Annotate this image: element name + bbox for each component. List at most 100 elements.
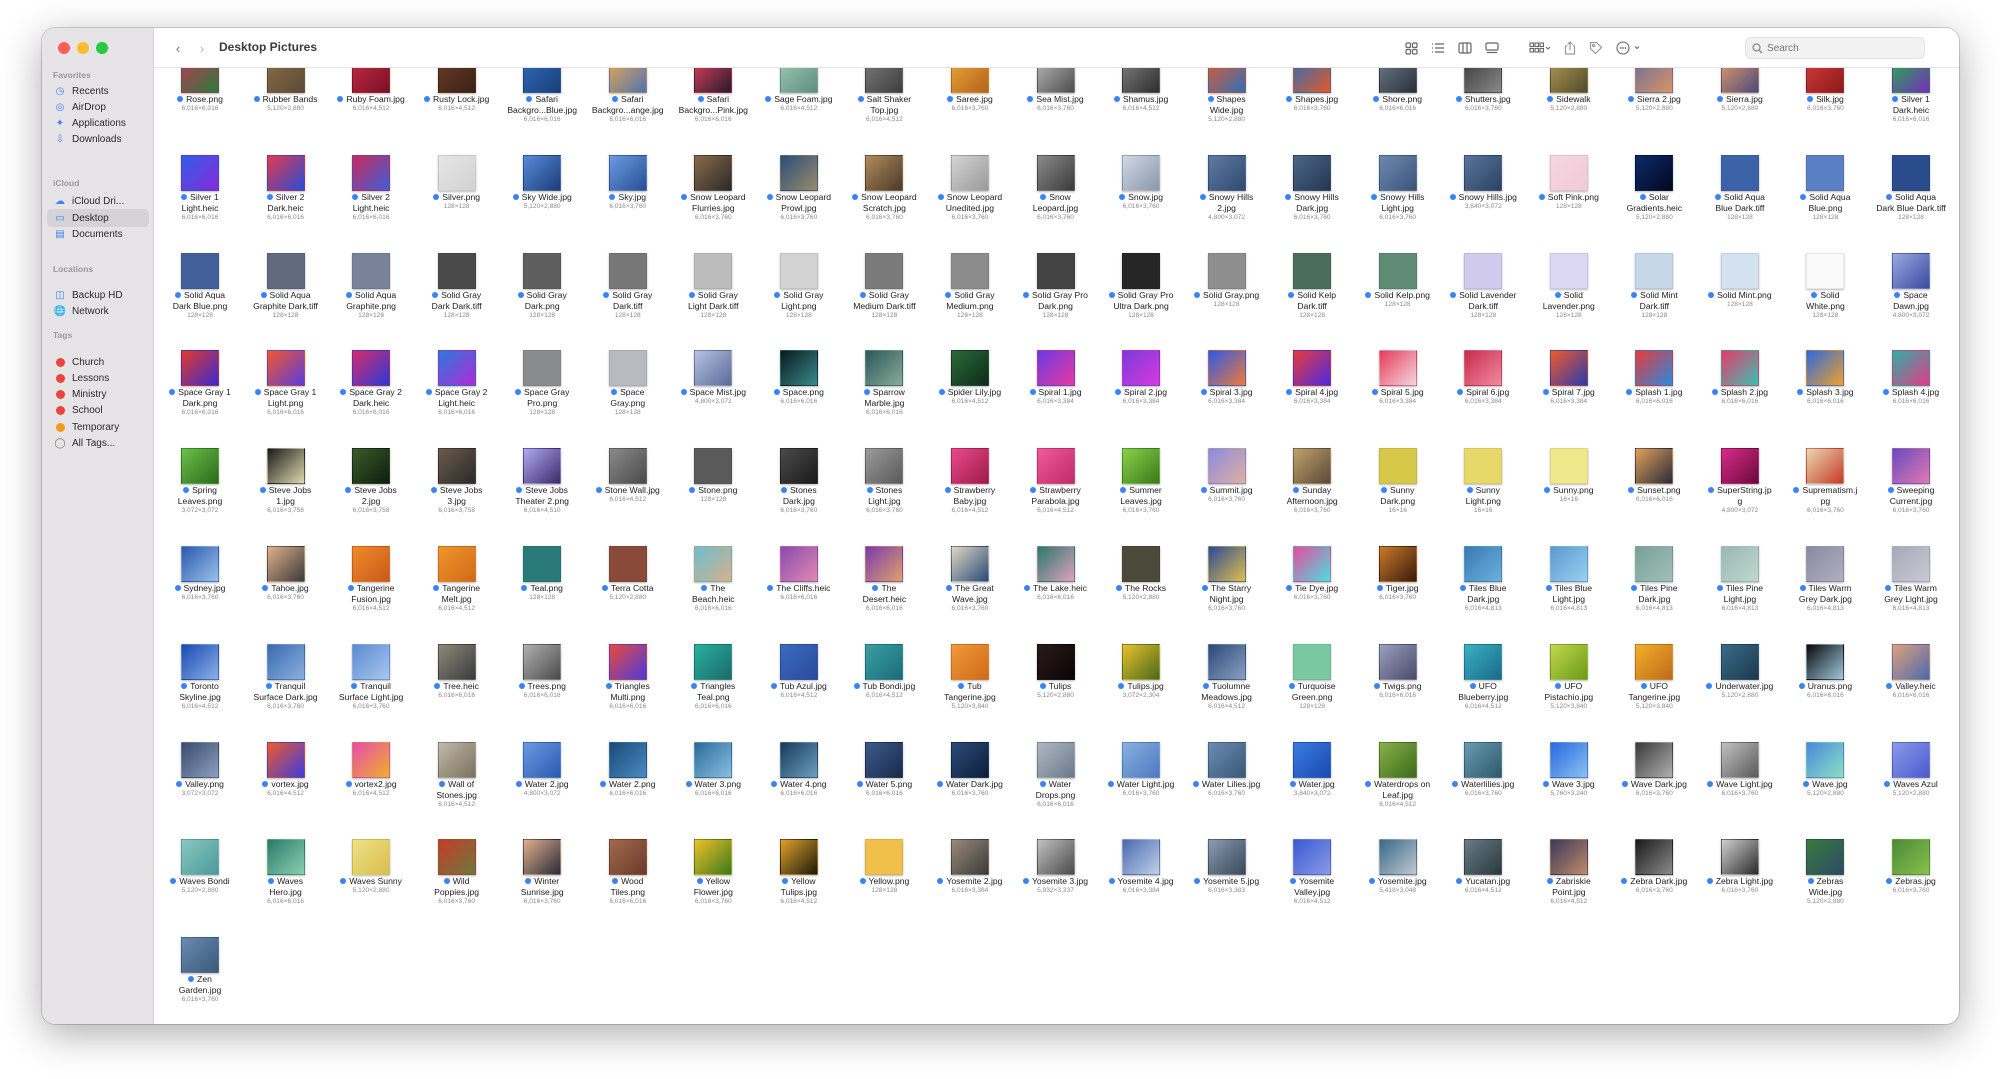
file-thumbnail[interactable] (779, 839, 818, 876)
file-thumbnail[interactable] (865, 643, 904, 680)
file-thumbnail[interactable] (1378, 643, 1417, 680)
file-thumbnail[interactable] (181, 154, 219, 191)
file-thumbnail[interactable] (1892, 448, 1930, 485)
file-thumbnail[interactable] (1207, 154, 1246, 191)
file-thumbnail[interactable] (1036, 252, 1075, 289)
file-thumbnail[interactable] (1293, 350, 1332, 387)
file-thumbnail[interactable] (1122, 839, 1161, 876)
file-thumbnail[interactable] (1293, 448, 1332, 485)
file-thumbnail[interactable] (1293, 154, 1332, 191)
file-thumbnail[interactable] (1378, 252, 1417, 289)
file-thumbnail[interactable] (694, 741, 733, 778)
file-thumbnail[interactable] (352, 741, 391, 778)
file-thumbnail[interactable] (1892, 741, 1930, 778)
file-thumbnail[interactable] (950, 154, 989, 191)
file-thumbnail[interactable] (1806, 839, 1845, 876)
sidebar-item-network[interactable]: 🌐 Network (54, 302, 150, 320)
file-thumbnail[interactable] (1378, 839, 1417, 876)
file-thumbnail[interactable] (608, 448, 647, 485)
file-thumbnail[interactable] (779, 741, 818, 778)
file-thumbnail[interactable] (1549, 741, 1588, 778)
file-thumbnail[interactable] (266, 68, 305, 93)
file-thumbnail[interactable] (1635, 68, 1674, 93)
file-thumbnail[interactable] (865, 68, 904, 93)
sidebar-item-school[interactable]: School (54, 401, 150, 419)
file-thumbnail[interactable] (1207, 252, 1246, 289)
file-thumbnail[interactable] (1293, 839, 1332, 876)
file-thumbnail[interactable] (694, 546, 733, 582)
file-thumbnail[interactable] (1036, 448, 1075, 485)
sidebar-item-documents[interactable]: ▤ Documents (54, 225, 150, 243)
file-thumbnail[interactable] (437, 252, 476, 289)
file-thumbnail[interactable] (1635, 741, 1674, 778)
file-thumbnail[interactable] (437, 546, 476, 582)
zoom-window-button[interactable] (96, 42, 108, 54)
file-thumbnail[interactable] (608, 252, 647, 289)
file-thumbnail[interactable] (1207, 643, 1246, 680)
file-thumbnail[interactable] (779, 68, 818, 93)
file-thumbnail[interactable] (1122, 448, 1161, 485)
file-thumbnail[interactable] (865, 350, 904, 387)
file-thumbnail[interactable] (1720, 68, 1759, 93)
file-thumbnail[interactable] (1293, 741, 1332, 778)
file-thumbnail[interactable] (1806, 546, 1845, 582)
file-thumbnail[interactable] (1635, 252, 1674, 289)
file-thumbnail[interactable] (1207, 350, 1246, 387)
file-thumbnail[interactable] (950, 839, 989, 876)
file-thumbnail[interactable] (865, 154, 904, 191)
file-thumbnail[interactable] (1635, 350, 1674, 387)
back-button[interactable]: ‹ (170, 38, 186, 58)
file-thumbnail[interactable] (779, 252, 818, 289)
file-thumbnail[interactable] (1378, 154, 1417, 191)
file-thumbnail[interactable] (1464, 68, 1503, 93)
file-thumbnail[interactable] (779, 154, 818, 191)
file-thumbnail[interactable] (865, 741, 904, 778)
tag-button[interactable] (1587, 38, 1605, 58)
file-thumbnail[interactable] (352, 350, 391, 387)
file-thumbnail[interactable] (266, 448, 305, 485)
file-thumbnail[interactable] (1720, 252, 1759, 289)
file-thumbnail[interactable] (1464, 448, 1503, 485)
file-thumbnail[interactable] (1293, 546, 1332, 582)
sidebar-item-all-tags[interactable]: ◯ All Tags... (54, 434, 150, 452)
file-thumbnail[interactable] (1036, 546, 1075, 582)
forward-button[interactable]: › (194, 38, 210, 58)
file-thumbnail[interactable] (694, 448, 733, 485)
file-thumbnail[interactable] (437, 350, 476, 387)
file-thumbnail[interactable] (1720, 350, 1759, 387)
file-thumbnail[interactable] (437, 68, 476, 93)
file-thumbnail[interactable] (1549, 252, 1588, 289)
file-thumbnail[interactable] (1378, 546, 1417, 582)
file-thumbnail[interactable] (1464, 154, 1503, 191)
file-thumbnail[interactable] (352, 643, 391, 680)
file-thumbnail[interactable] (608, 68, 647, 93)
file-thumbnail[interactable] (1378, 68, 1417, 93)
file-thumbnail[interactable] (1892, 154, 1930, 191)
file-thumbnail[interactable] (1549, 546, 1588, 582)
file-thumbnail[interactable] (181, 741, 219, 778)
file-thumbnail[interactable] (1207, 546, 1246, 582)
file-thumbnail[interactable] (1806, 68, 1845, 93)
file-thumbnail[interactable] (1892, 839, 1930, 876)
file-thumbnail[interactable] (1892, 252, 1930, 289)
file-thumbnail[interactable] (950, 741, 989, 778)
file-thumbnail[interactable] (1122, 546, 1161, 582)
file-thumbnail[interactable] (1635, 154, 1674, 191)
file-thumbnail[interactable] (1464, 839, 1503, 876)
file-thumbnail[interactable] (1635, 546, 1674, 582)
file-thumbnail[interactable] (694, 252, 733, 289)
file-thumbnail[interactable] (266, 839, 305, 876)
file-thumbnail[interactable] (950, 350, 989, 387)
file-thumbnail[interactable] (865, 448, 904, 485)
file-thumbnail[interactable] (437, 448, 476, 485)
file-thumbnail[interactable] (1464, 643, 1503, 680)
file-thumbnail[interactable] (523, 252, 562, 289)
file-thumbnail[interactable] (608, 839, 647, 876)
file-thumbnail[interactable] (1806, 448, 1845, 485)
file-thumbnail[interactable] (181, 937, 219, 974)
file-thumbnail[interactable] (266, 350, 305, 387)
file-thumbnail[interactable] (266, 252, 305, 289)
file-thumbnail[interactable] (266, 741, 305, 778)
file-thumbnail[interactable] (1207, 741, 1246, 778)
file-thumbnail[interactable] (1549, 643, 1588, 680)
